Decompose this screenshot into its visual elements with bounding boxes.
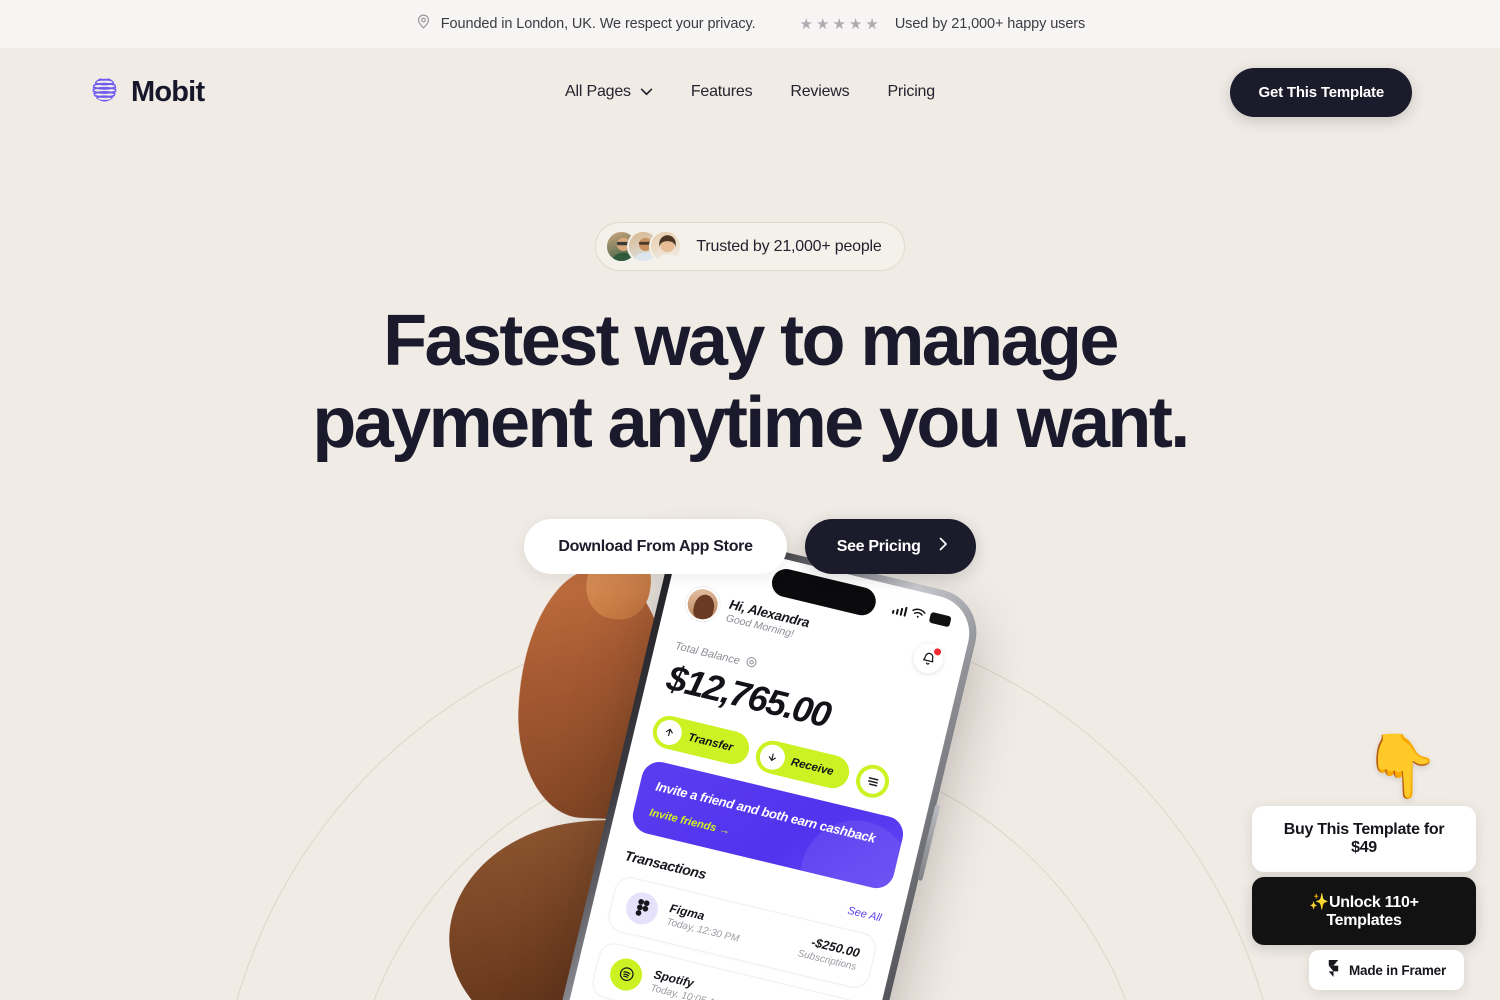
download-app-store-button[interactable]: Download From App Store <box>524 519 787 574</box>
receive-button[interactable]: Receive <box>752 737 853 792</box>
see-pricing-label: See Pricing <box>836 537 921 555</box>
transactions-title: Transactions <box>623 846 708 882</box>
avatar <box>649 230 683 263</box>
announcement-rating-group: ★ ★ ★ ★ ★ Used by 21,000+ happy users <box>800 16 1086 32</box>
page-title: Fastest way to manage payment anytime yo… <box>0 305 1500 459</box>
hero-section: Mobit All Pages Features Reviews Pricing… <box>0 48 1500 1000</box>
star-icon: ★ <box>816 15 830 33</box>
star-icon: ★ <box>799 15 813 33</box>
hero-cta-row: Download From App Store See Pricing <box>0 519 1500 574</box>
menu-icon <box>857 766 888 797</box>
trust-badge: Trusted by 21,000+ people <box>595 222 905 271</box>
star-icon: ★ <box>832 15 846 33</box>
nav-item-all-pages[interactable]: All Pages <box>565 83 653 101</box>
get-this-template-button[interactable]: Get This Template <box>1230 67 1412 117</box>
see-pricing-button[interactable]: See Pricing <box>804 519 976 574</box>
headline-line-1: Fastest way to manage <box>383 301 1119 381</box>
map-pin-icon <box>415 13 432 35</box>
framer-logo-icon <box>1327 960 1340 980</box>
see-all-link[interactable]: See All <box>846 904 882 924</box>
figma-icon <box>622 888 662 928</box>
arrow-down-icon <box>757 742 788 773</box>
site-header: Mobit All Pages Features Reviews Pricing… <box>0 48 1500 136</box>
notification-bell-icon[interactable] <box>910 640 947 677</box>
signal-icon <box>891 603 908 617</box>
transaction-values: -$250.00 Subscriptions <box>796 933 861 973</box>
framer-overlay: 👇 Buy This Template for $49 ✨Unlock 110+… <box>1252 736 1476 990</box>
buy-template-button[interactable]: Buy This Template for $49 <box>1252 806 1476 872</box>
pointing-down-hand-icon: 👇 <box>1362 732 1440 801</box>
transfer-button[interactable]: Transfer <box>649 712 753 768</box>
nav-label: All Pages <box>565 83 631 100</box>
notification-dot <box>933 647 942 657</box>
hero-content: Trusted by 21,000+ people Fastest way to… <box>0 136 1500 574</box>
striped-sphere-logo-icon <box>88 73 121 111</box>
star-rating: ★ ★ ★ ★ ★ <box>800 17 879 32</box>
receive-label: Receive <box>789 755 835 778</box>
nav-label: Pricing <box>887 83 935 100</box>
brand-logo[interactable]: Mobit <box>88 73 205 111</box>
brand-name: Mobit <box>131 75 205 108</box>
unlock-templates-button[interactable]: ✨Unlock 110+ Templates <box>1252 877 1476 945</box>
eye-icon[interactable] <box>744 655 759 672</box>
star-icon: ★ <box>865 15 879 33</box>
chevron-down-icon <box>640 83 653 101</box>
made-in-framer-badge[interactable]: Made in Framer <box>1309 950 1464 990</box>
avatar-group <box>605 230 683 263</box>
nav-item-features[interactable]: Features <box>691 83 753 101</box>
trust-badge-text: Trusted by 21,000+ people <box>696 237 882 255</box>
transfer-label: Transfer <box>686 731 735 754</box>
privacy-text: Founded in London, UK. We respect your p… <box>440 16 756 32</box>
chevron-right-icon <box>939 537 948 556</box>
star-icon: ★ <box>848 15 863 33</box>
phone-mockup: 9:41 <box>300 520 1200 1000</box>
nav-item-reviews[interactable]: Reviews <box>790 83 849 101</box>
framer-label: Made in Framer <box>1349 962 1446 978</box>
nav-item-pricing[interactable]: Pricing <box>887 83 935 101</box>
rating-text: Used by 21,000+ happy users <box>894 16 1086 32</box>
arrow-up-icon <box>654 717 685 748</box>
nav-label: Features <box>690 83 753 100</box>
announcement-privacy-group: Founded in London, UK. We respect your p… <box>415 13 756 35</box>
main-navigation: All Pages Features Reviews Pricing <box>565 83 935 101</box>
headline-line-2: payment anytime you want. <box>312 383 1190 463</box>
announcement-bar: Founded in London, UK. We respect your p… <box>0 0 1500 48</box>
spotify-icon <box>606 954 646 994</box>
more-actions-button[interactable] <box>852 761 893 802</box>
nav-label: Reviews <box>790 83 850 100</box>
